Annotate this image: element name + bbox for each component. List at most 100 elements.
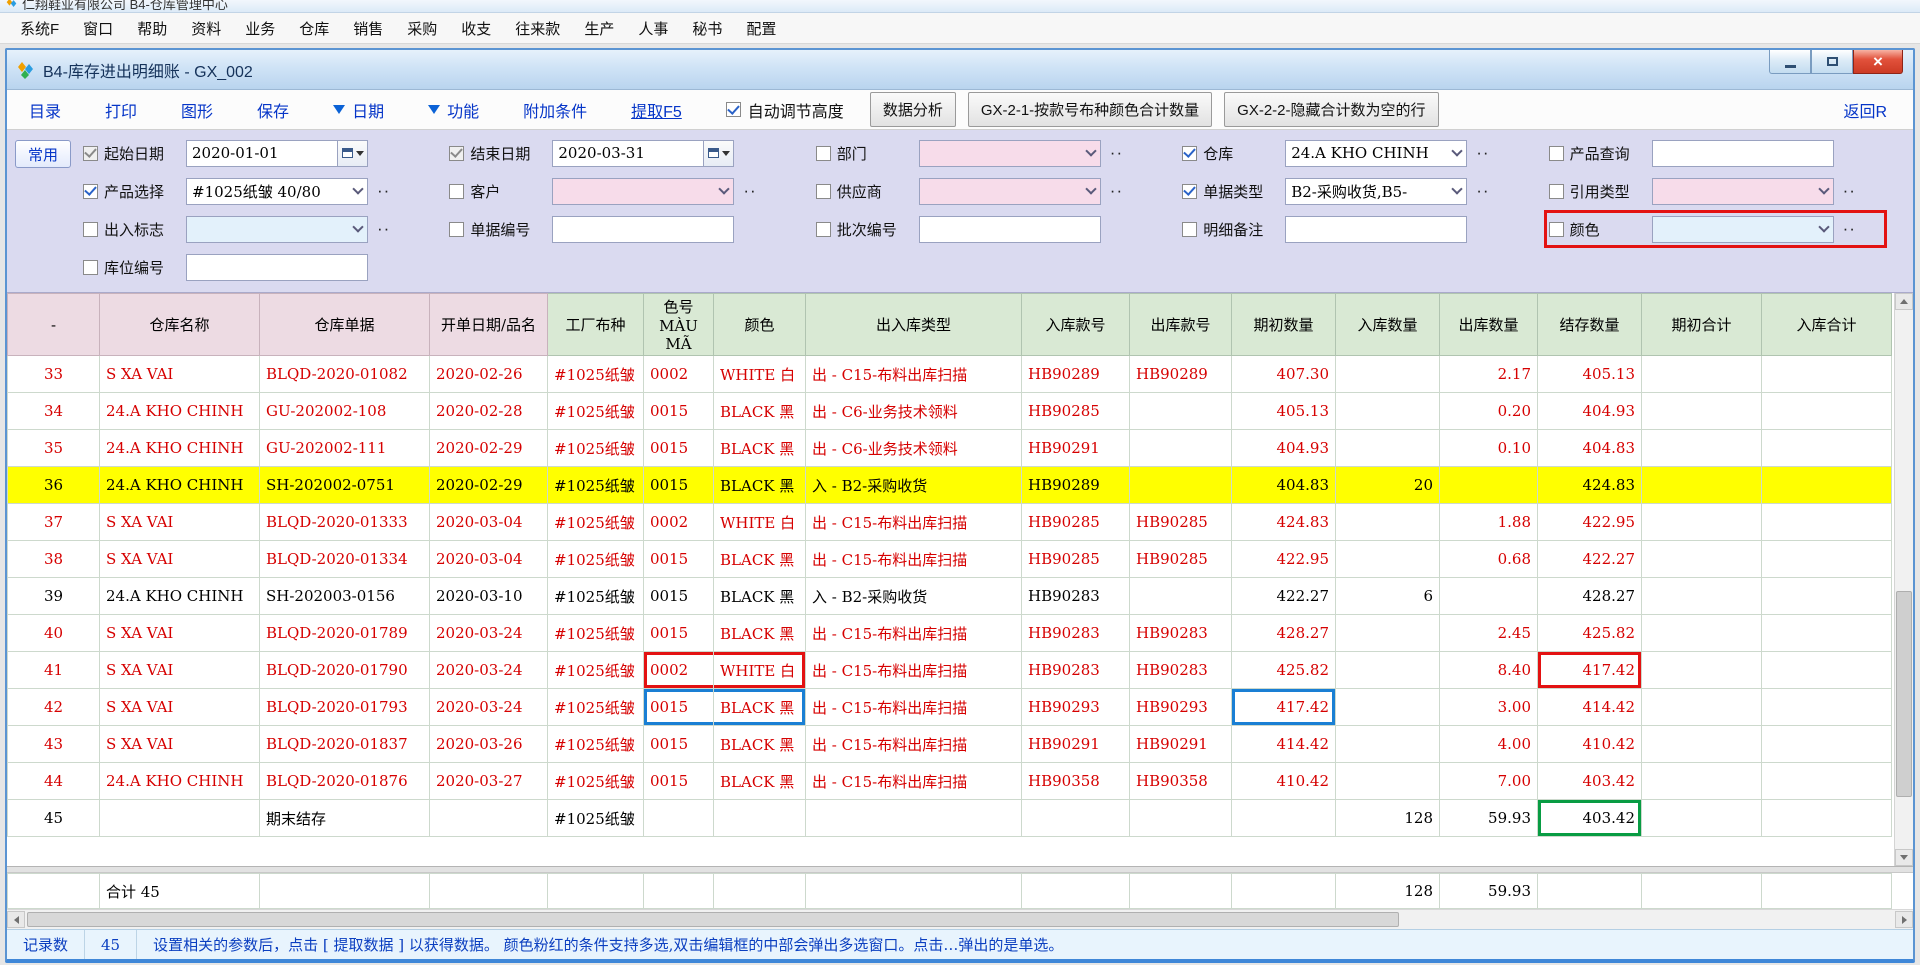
cell[interactable] bbox=[1762, 467, 1892, 504]
cell[interactable] bbox=[1336, 652, 1440, 689]
scroll-down-button[interactable] bbox=[1895, 849, 1913, 866]
cell[interactable]: 24.A KHO CHINH bbox=[100, 467, 260, 504]
cell[interactable] bbox=[1762, 504, 1892, 541]
product-query-input-field[interactable] bbox=[1652, 140, 1834, 167]
cell[interactable]: 128 bbox=[1336, 800, 1440, 837]
cell[interactable]: BLQD-2020-01333 bbox=[260, 504, 430, 541]
table-row[interactable]: 45期末结存#1025纸皱12859.93403.42 bbox=[8, 800, 1892, 837]
cell[interactable]: BLACK 黑 bbox=[714, 393, 806, 430]
cell[interactable] bbox=[1762, 393, 1892, 430]
cell[interactable]: HB90358 bbox=[1022, 763, 1130, 800]
cell[interactable]: BLQD-2020-01790 bbox=[260, 652, 430, 689]
cell[interactable]: 424.83 bbox=[1232, 504, 1336, 541]
cell[interactable]: 8.40 bbox=[1440, 652, 1538, 689]
checkbox-icon[interactable] bbox=[816, 222, 831, 237]
menu-item[interactable]: 配置 bbox=[734, 14, 788, 43]
cell[interactable]: HB90285 bbox=[1022, 393, 1130, 430]
cell[interactable]: 414.42 bbox=[1232, 726, 1336, 763]
cell[interactable]: HB90283 bbox=[1022, 615, 1130, 652]
cell[interactable]: 404.93 bbox=[1232, 430, 1336, 467]
column-header[interactable]: 出库数量 bbox=[1440, 294, 1538, 356]
row-number[interactable]: 34 bbox=[8, 393, 100, 430]
cell[interactable]: 6 bbox=[1336, 578, 1440, 615]
column-header[interactable]: - bbox=[8, 294, 100, 356]
column-header[interactable]: 出入库类型 bbox=[806, 294, 1022, 356]
minimize-button[interactable] bbox=[1769, 50, 1811, 74]
scroll-left-button[interactable] bbox=[7, 911, 25, 928]
toolbar-button[interactable]: 数据分析 bbox=[870, 92, 956, 127]
checkbox-icon[interactable] bbox=[83, 222, 98, 237]
cell[interactable]: 0015 bbox=[644, 467, 714, 504]
cell[interactable]: 0015 bbox=[644, 430, 714, 467]
cell[interactable] bbox=[1130, 393, 1232, 430]
batch-number-input-field[interactable] bbox=[919, 216, 1101, 243]
cell[interactable]: S XA VAI bbox=[100, 726, 260, 763]
vertical-scrollbar[interactable] bbox=[1894, 293, 1913, 866]
cell[interactable] bbox=[1762, 430, 1892, 467]
checkbox-icon[interactable] bbox=[449, 222, 464, 237]
cell[interactable]: 2.45 bbox=[1440, 615, 1538, 652]
cell[interactable]: 0.20 bbox=[1440, 393, 1538, 430]
menu-item[interactable]: 收支 bbox=[449, 14, 503, 43]
cell[interactable]: BLACK 黑 bbox=[714, 578, 806, 615]
cell[interactable]: 425.82 bbox=[1538, 615, 1642, 652]
toolbar-link[interactable]: 日期 bbox=[333, 98, 384, 122]
cell[interactable]: #1025纸皱 bbox=[548, 430, 644, 467]
ref-type-combo-field[interactable] bbox=[1652, 178, 1834, 205]
menu-item[interactable]: 帮助 bbox=[125, 14, 179, 43]
cell[interactable] bbox=[1762, 541, 1892, 578]
cell[interactable] bbox=[1642, 541, 1762, 578]
cell[interactable] bbox=[1642, 726, 1762, 763]
cell[interactable]: #1025纸皱 bbox=[548, 763, 644, 800]
table-row[interactable]: 3924.A KHO CHINHSH-202003-01562020-03-10… bbox=[8, 578, 1892, 615]
cell[interactable]: #1025纸皱 bbox=[548, 356, 644, 393]
cell[interactable] bbox=[1762, 800, 1892, 837]
cell[interactable]: HB90283 bbox=[1130, 615, 1232, 652]
checkbox-icon[interactable] bbox=[1182, 222, 1197, 237]
cell[interactable]: #1025纸皱 bbox=[548, 689, 644, 726]
cell[interactable]: HB90291 bbox=[1022, 726, 1130, 763]
cell[interactable]: BLACK 黑 bbox=[714, 726, 806, 763]
toolbar-link[interactable]: 打印 bbox=[105, 98, 137, 122]
cell[interactable]: 0015 bbox=[644, 689, 714, 726]
cell[interactable]: 7.00 bbox=[1440, 763, 1538, 800]
cell[interactable]: S XA VAI bbox=[100, 356, 260, 393]
row-number[interactable]: 41 bbox=[8, 652, 100, 689]
column-header[interactable]: 色号MÀU MÃ bbox=[644, 294, 714, 356]
cell[interactable] bbox=[1642, 504, 1762, 541]
cell[interactable]: HB90285 bbox=[1022, 504, 1130, 541]
end-date-date-field[interactable]: 2020-03-31 bbox=[552, 140, 734, 167]
cell[interactable]: 出 - C15-布料出库扫描 bbox=[806, 689, 1022, 726]
cell[interactable]: 2020-03-24 bbox=[430, 689, 548, 726]
cell[interactable]: 422.95 bbox=[1538, 504, 1642, 541]
cell[interactable]: 0015 bbox=[644, 541, 714, 578]
inout-flag-combo-field[interactable] bbox=[186, 216, 368, 243]
cell[interactable]: HB90289 bbox=[1022, 467, 1130, 504]
horizontal-scrollbar-thumb[interactable] bbox=[27, 912, 1399, 927]
column-header[interactable]: 结存数量 bbox=[1538, 294, 1642, 356]
table-row[interactable]: 41S XA VAIBLQD-2020-017902020-03-24#1025… bbox=[8, 652, 1892, 689]
cell[interactable]: 1.88 bbox=[1440, 504, 1538, 541]
cell[interactable]: 0015 bbox=[644, 763, 714, 800]
more-options-button[interactable]: ·· bbox=[377, 181, 390, 201]
cell[interactable]: HB90283 bbox=[1130, 652, 1232, 689]
cell[interactable]: 出 - C15-布料出库扫描 bbox=[806, 763, 1022, 800]
cell[interactable]: HB90358 bbox=[1130, 763, 1232, 800]
cell[interactable]: HB90291 bbox=[1130, 726, 1232, 763]
cell[interactable]: 405.13 bbox=[1538, 356, 1642, 393]
table-row[interactable]: 3624.A KHO CHINHSH-202002-07512020-02-29… bbox=[8, 467, 1892, 504]
cell[interactable]: #1025纸皱 bbox=[548, 467, 644, 504]
toolbar-link[interactable]: 图形 bbox=[181, 98, 213, 122]
row-number[interactable]: 45 bbox=[8, 800, 100, 837]
table-row[interactable]: 40S XA VAIBLQD-2020-017892020-03-24#1025… bbox=[8, 615, 1892, 652]
cell[interactable] bbox=[1336, 430, 1440, 467]
cell[interactable]: BLACK 黑 bbox=[714, 541, 806, 578]
cell[interactable] bbox=[644, 800, 714, 837]
row-number[interactable]: 33 bbox=[8, 356, 100, 393]
cell[interactable]: 入 - B2-采购收货 bbox=[806, 467, 1022, 504]
cell[interactable] bbox=[1642, 467, 1762, 504]
cell[interactable]: 20 bbox=[1336, 467, 1440, 504]
cell[interactable]: HB90293 bbox=[1022, 689, 1130, 726]
department-combo-field[interactable] bbox=[919, 140, 1101, 167]
column-header[interactable]: 开单日期/品名 bbox=[430, 294, 548, 356]
